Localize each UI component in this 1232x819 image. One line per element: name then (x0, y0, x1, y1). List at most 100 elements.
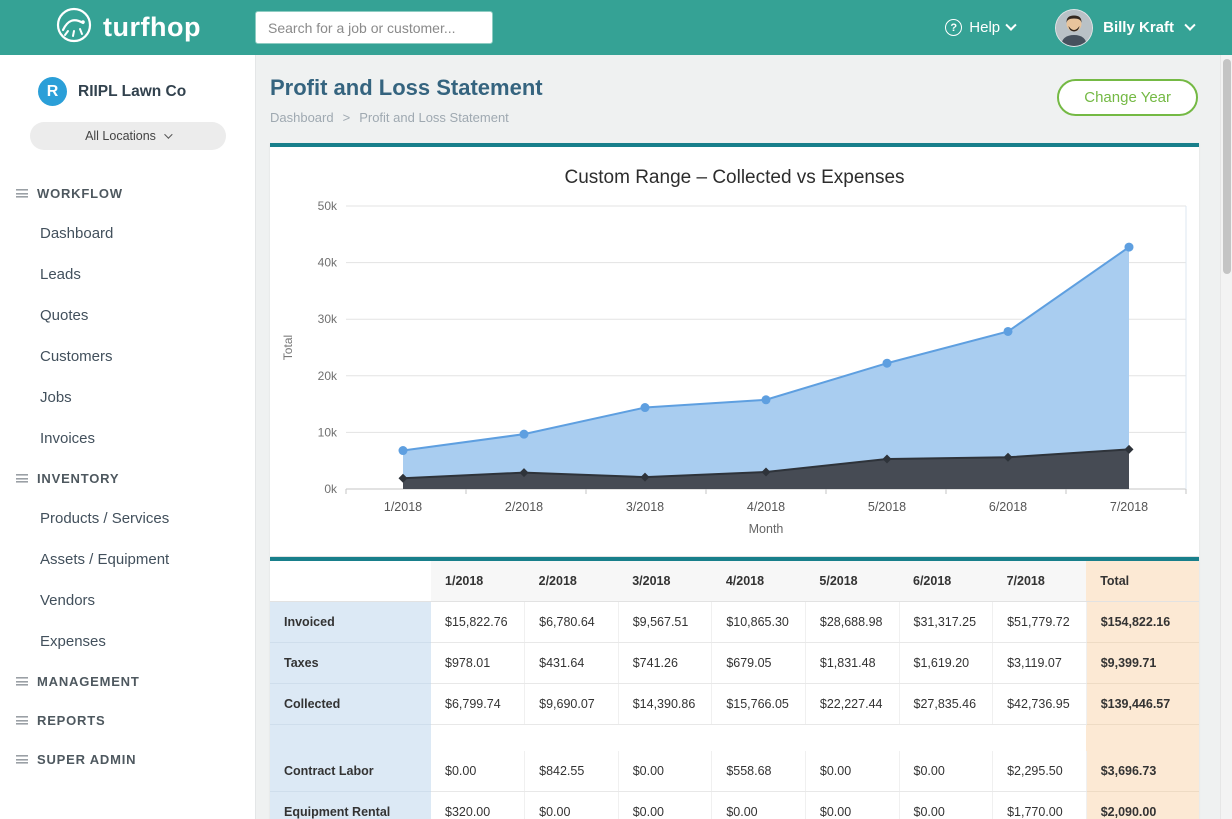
sidebar-item-expenses[interactable]: Expenses (0, 621, 255, 662)
y-tick-label: 0k (324, 482, 338, 496)
topbar: turfhop ? Help Billy Kraft (0, 0, 1232, 55)
marker-collected (1004, 327, 1013, 336)
table-column-header: 2/2018 (525, 561, 619, 602)
sidebar-item-customers[interactable]: Customers (0, 336, 255, 377)
table-cell: $0.00 (525, 791, 619, 819)
breadcrumb-separator: > (343, 110, 351, 125)
table-row (270, 725, 1199, 751)
marker-collected (762, 395, 771, 404)
table-cell: $15,822.76 (431, 602, 525, 643)
table-cell: $139,446.57 (1086, 684, 1199, 725)
help-menu[interactable]: ? Help (945, 19, 1015, 36)
sidebar-section-header[interactable]: INVENTORY (0, 459, 255, 498)
table-cell: $51,779.72 (993, 602, 1087, 643)
sidebar-item-leads[interactable]: Leads (0, 254, 255, 295)
sidebar-section-header[interactable]: SUPER ADMIN (0, 740, 255, 779)
scrollbar-thumb[interactable] (1223, 59, 1231, 274)
table-cell: $1,831.48 (805, 643, 899, 684)
x-tick-label: 7/2018 (1110, 500, 1148, 514)
marker-collected (1125, 243, 1134, 252)
table-cell: $1,770.00 (993, 791, 1087, 819)
section-dashes-icon (16, 189, 28, 198)
sidebar-section-label: INVENTORY (37, 471, 119, 486)
table-cell: $978.01 (431, 643, 525, 684)
table-cell: $0.00 (899, 791, 993, 819)
sidebar-section-header[interactable]: WORKFLOW (0, 174, 255, 213)
row-label (270, 725, 431, 751)
sidebar-item-invoices[interactable]: Invoices (0, 418, 255, 459)
y-tick-label: 50k (318, 199, 338, 213)
x-axis-label: Month (749, 522, 784, 536)
sidebar-section-header[interactable]: MANAGEMENT (0, 662, 255, 701)
chevron-down-icon (164, 130, 172, 138)
sidebar-section-header[interactable]: REPORTS (0, 701, 255, 740)
table-cell: $2,090.00 (1086, 791, 1199, 819)
table-row: Contract Labor$0.00$842.55$0.00$558.68$0… (270, 751, 1199, 792)
section-dashes-icon (16, 716, 28, 725)
table-cell: $9,567.51 (618, 602, 712, 643)
sidebar-item-vendors[interactable]: Vendors (0, 580, 255, 621)
sidebar-item-quotes[interactable]: Quotes (0, 295, 255, 336)
section-dashes-icon (16, 677, 28, 686)
change-year-button[interactable]: Change Year (1057, 79, 1198, 116)
table-cell: $0.00 (431, 751, 525, 792)
avatar[interactable] (1055, 9, 1093, 47)
sidebar-item-dashboard[interactable]: Dashboard (0, 213, 255, 254)
table-cell: $14,390.86 (618, 684, 712, 725)
table-cell: $741.26 (618, 643, 712, 684)
table-cell: $31,317.25 (899, 602, 993, 643)
row-label: Contract Labor (270, 751, 431, 792)
table-cell: $320.00 (431, 791, 525, 819)
table-column-header: 5/2018 (805, 561, 899, 602)
table-cell: $3,696.73 (1086, 751, 1199, 792)
table-cell: $6,780.64 (525, 602, 619, 643)
x-tick-label: 5/2018 (868, 500, 906, 514)
table-cell: $42,736.95 (993, 684, 1087, 725)
turfhop-logo[interactable]: turfhop (0, 5, 255, 50)
table-cell: $558.68 (712, 751, 806, 792)
chart-card: Custom Range – Collected vs Expenses 0k 1… (270, 143, 1199, 556)
search-input[interactable] (255, 11, 493, 44)
table-column-header (270, 561, 431, 602)
table-column-header: 3/2018 (618, 561, 712, 602)
table-cell: $1,619.20 (899, 643, 993, 684)
breadcrumb-dashboard[interactable]: Dashboard (270, 110, 334, 125)
table-cell: $2,295.50 (993, 751, 1087, 792)
table-cell: $842.55 (525, 751, 619, 792)
table-row: Equipment Rental$320.00$0.00$0.00$0.00$0… (270, 791, 1199, 819)
table-cell: $22,227.44 (805, 684, 899, 725)
topbar-right: ? Help Billy Kraft (945, 9, 1232, 47)
table-cell: $9,690.07 (525, 684, 619, 725)
x-tick-label: 3/2018 (626, 500, 664, 514)
chart-area-collected (403, 247, 1129, 489)
table-column-header: 4/2018 (712, 561, 806, 602)
sidebar-item-products-services[interactable]: Products / Services (0, 498, 255, 539)
x-tick-label: 2/2018 (505, 500, 543, 514)
sidebar-section-label: WORKFLOW (37, 186, 123, 201)
vertical-scrollbar[interactable] (1220, 55, 1232, 819)
user-menu-chevron-icon[interactable] (1184, 19, 1195, 30)
table-cell: $679.05 (712, 643, 806, 684)
table-cell: $0.00 (618, 751, 712, 792)
sidebar-nav: WORKFLOW DashboardLeadsQuotesCustomersJob… (0, 174, 255, 779)
sidebar-item-jobs[interactable]: Jobs (0, 377, 255, 418)
y-axis-label: Total (281, 335, 295, 360)
table-cell: $0.00 (805, 791, 899, 819)
table-row: Invoiced$15,822.76$6,780.64$9,567.51$10,… (270, 602, 1199, 643)
table-cell: $0.00 (712, 791, 806, 819)
y-tick-label: 30k (318, 312, 338, 326)
sidebar-item-assets-equipment[interactable]: Assets / Equipment (0, 539, 255, 580)
chart-title: Custom Range – Collected vs Expenses (270, 167, 1199, 189)
sidebar-section-label: MANAGEMENT (37, 674, 140, 689)
company-name: RIIPL Lawn Co (78, 83, 186, 101)
table-cell: $15,766.05 (712, 684, 806, 725)
locations-dropdown[interactable]: All Locations (30, 122, 226, 150)
locations-label: All Locations (85, 129, 156, 143)
turfhop-logo-icon (54, 5, 94, 50)
table-cell: $0.00 (899, 751, 993, 792)
user-name[interactable]: Billy Kraft (1103, 19, 1174, 36)
table-column-header: 6/2018 (899, 561, 993, 602)
x-tick-label: 1/2018 (384, 500, 422, 514)
help-icon: ? (945, 19, 962, 36)
table-row: Taxes$978.01$431.64$741.26$679.05$1,831.… (270, 643, 1199, 684)
